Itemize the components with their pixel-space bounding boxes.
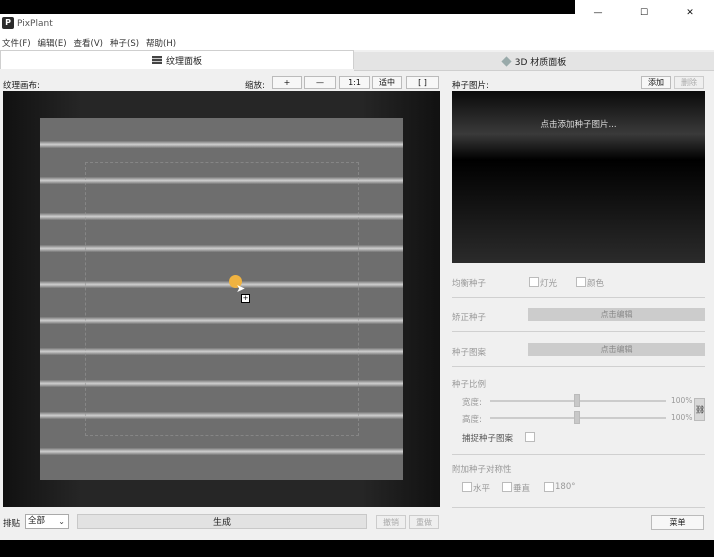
balance-light-label: 灯光: [540, 279, 558, 289]
zoom-out-button[interactable]: —: [304, 76, 336, 89]
cursor-plus-icon: +: [241, 294, 250, 303]
generated-texture: ➤ +: [40, 118, 403, 480]
app-title: PixPlant: [17, 19, 53, 29]
canvas-label: 纹理画布:: [3, 81, 40, 91]
texture-icon: [151, 56, 162, 64]
seed-image-label: 种子图片:: [452, 81, 489, 91]
add-seed-button[interactable]: 添加: [641, 76, 671, 89]
tab-3d-label: 3D 材质面板: [514, 57, 567, 68]
pixplant-logo-icon: P: [2, 17, 14, 29]
menu-bar: 文件(F) 编辑(E) 查看(V) 种子(S) 帮助(H): [0, 36, 714, 50]
seed-image-preview[interactable]: 点击添加种子图片...: [452, 91, 705, 263]
divider: [452, 507, 705, 508]
seed-preview-hint: 点击添加种子图片...: [540, 120, 617, 130]
seed-scale-title: 种子比例: [452, 380, 487, 390]
menu-help[interactable]: 帮助(H): [144, 36, 178, 50]
rotate-180-label: 180°: [555, 482, 576, 492]
tiling-label: 排贴: [3, 519, 21, 529]
chevron-down-icon: ⌄: [58, 517, 65, 526]
panel-tabs: 纹理面板 3D 材质面板: [0, 50, 714, 71]
window-controls: — ☐ ✕: [575, 0, 714, 26]
zoom-in-button[interactable]: +: [272, 76, 302, 89]
height-label: 高度:: [462, 415, 482, 425]
balance-color-checkbox[interactable]: [576, 277, 586, 287]
tab-texture-label: 纹理面板: [165, 56, 202, 67]
redo-button[interactable]: 重做: [409, 515, 439, 529]
texture-stripe: [40, 448, 403, 455]
close-button[interactable]: ✕: [667, 0, 713, 26]
tab-3d-material-panel[interactable]: 3D 材质面板: [354, 52, 714, 71]
correct-seed-label: 矫正种子: [452, 313, 487, 323]
seed-pattern-edit-button[interactable]: 点击编辑: [528, 343, 705, 356]
menu-edit[interactable]: 编辑(E): [36, 36, 69, 50]
divider: [452, 297, 705, 298]
tab-texture-panel[interactable]: 纹理面板: [0, 50, 354, 69]
link-icon[interactable]: ⛓: [694, 398, 705, 421]
menu-button[interactable]: 菜单: [651, 515, 704, 530]
vertical-checkbox[interactable]: [502, 482, 512, 492]
symmetry-title: 附加种子对称性: [452, 465, 512, 475]
correct-seed-edit-button[interactable]: 点击编辑: [528, 308, 705, 321]
balance-light-checkbox[interactable]: [529, 277, 539, 287]
undo-button[interactable]: 撤销: [376, 515, 406, 529]
fullscreen-button[interactable]: [ ]: [406, 76, 439, 89]
menu-seed[interactable]: 种子(S): [108, 36, 141, 50]
generate-button[interactable]: 生成: [77, 514, 367, 529]
capture-pattern-label: 捕捉种子图案: [462, 434, 514, 444]
maximize-button[interactable]: ☐: [621, 0, 667, 26]
balance-seed-label: 均衡种子: [452, 279, 487, 289]
width-slider-handle[interactable]: [574, 394, 580, 407]
tile-guide: [85, 162, 359, 436]
horizontal-label: 水平: [473, 484, 491, 494]
tiling-value: 全部: [28, 516, 46, 526]
tiling-select[interactable]: 全部 ⌄: [25, 514, 69, 529]
divider: [452, 331, 705, 332]
capture-pattern-checkbox[interactable]: [525, 432, 535, 442]
vertical-label: 垂直: [513, 484, 531, 494]
delete-seed-button[interactable]: 删除: [674, 76, 704, 89]
zoom-actual-button[interactable]: 1:1: [339, 76, 370, 89]
zoom-fit-button[interactable]: 适中: [372, 76, 402, 89]
divider: [452, 366, 705, 367]
screen-top-bar: [0, 0, 575, 14]
app-window: P PixPlant — ☐ ✕ 文件(F) 编辑(E) 查看(V) 种子(S)…: [0, 0, 714, 540]
cube-icon: [501, 55, 512, 67]
menu-view[interactable]: 查看(V): [72, 36, 105, 50]
rotate-180-checkbox[interactable]: [544, 482, 554, 492]
divider: [452, 454, 705, 455]
width-value: 100%: [671, 396, 693, 405]
texture-canvas[interactable]: ➤ +: [3, 91, 440, 507]
balance-color-label: 颜色: [587, 279, 605, 289]
width-label: 宽度:: [462, 398, 482, 408]
seed-pattern-label: 种子图案: [452, 348, 487, 358]
zoom-label: 缩放:: [245, 81, 265, 91]
height-slider-handle[interactable]: [574, 411, 580, 424]
texture-stripe: [40, 141, 403, 148]
minimize-button[interactable]: —: [575, 0, 621, 26]
height-value: 100%: [671, 413, 693, 422]
horizontal-checkbox[interactable]: [462, 482, 472, 492]
menu-file[interactable]: 文件(F): [0, 36, 33, 50]
